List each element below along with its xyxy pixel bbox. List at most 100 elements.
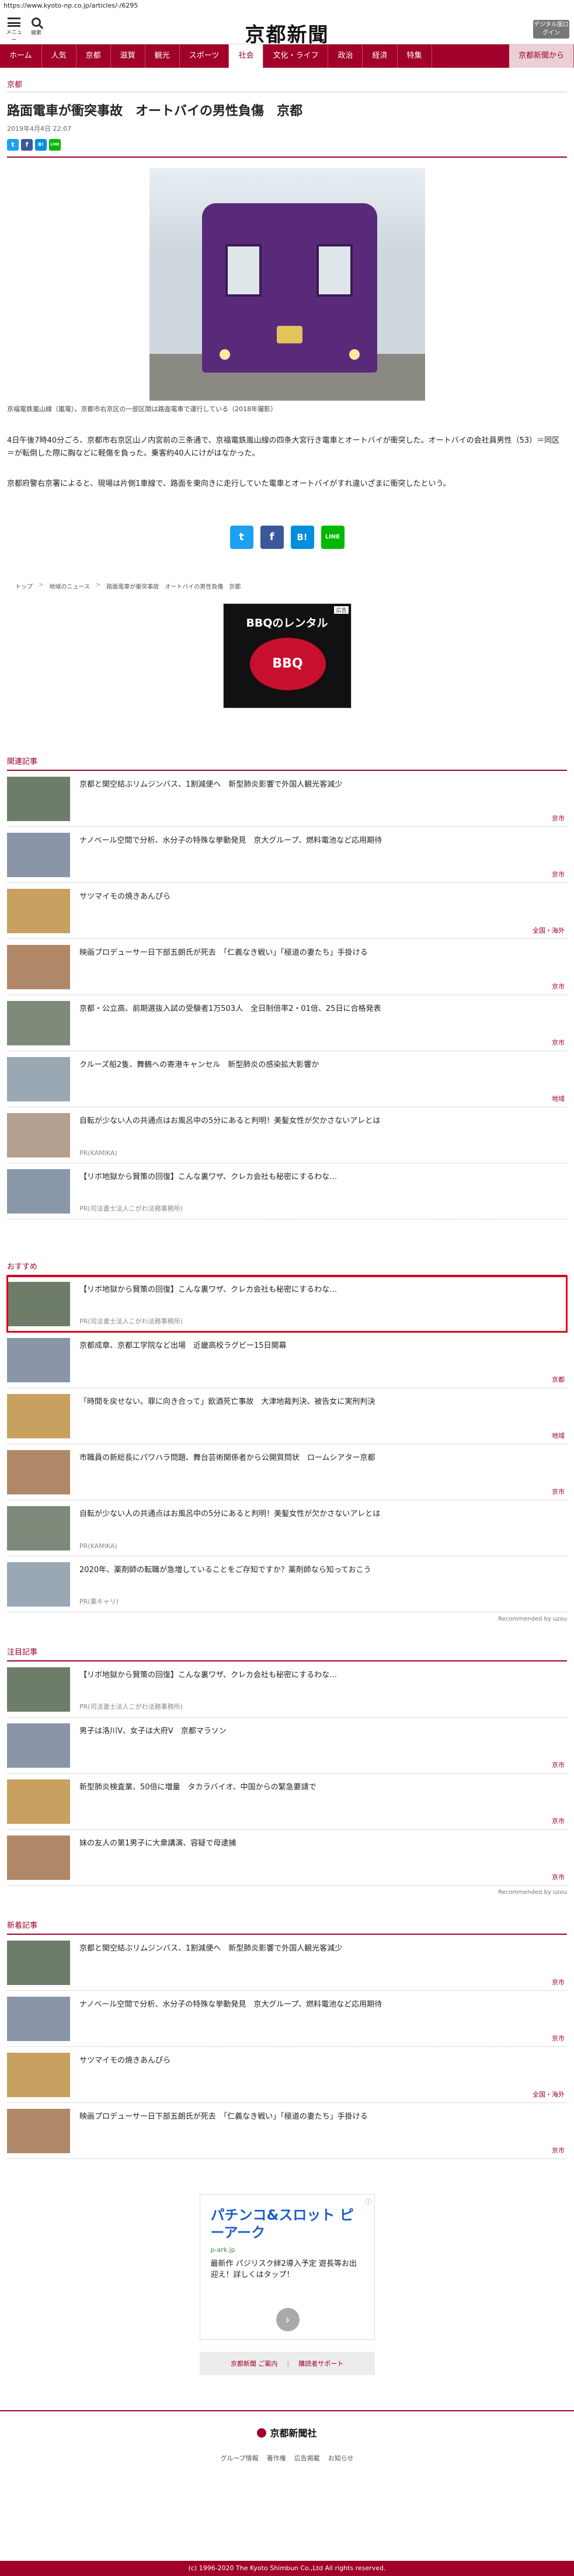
list-item-title[interactable]: 京都と関空結ぶリムジンバス、1割減便へ 新型肺炎影響で外国人観光客減少 [79, 778, 567, 826]
list-item-title[interactable]: 「時間を戻せない。罪に向き合って」飲酒死亡事故 大津地裁判決、被告女に実刑判決 [79, 1395, 567, 1444]
list-item-title[interactable]: 市職員の新総長にパワハラ問題、舞台芸術関係者から公開質問状 ロームシアター京都 [79, 1451, 567, 1500]
list-item-title[interactable]: 京都・公立高、前期選抜入試の受験者1万503人 全日制倍率2・01倍、25日に合… [79, 1002, 567, 1051]
list-item[interactable]: 自転が少ない人の共通点はお風呂中の5分にあると判明！美髪女性が欠かさないアレとは… [7, 1500, 567, 1556]
list-item[interactable]: 「時間を戻せない。罪に向き合って」飲酒死亡事故 大津地裁判決、被告女に実刑判決地… [7, 1388, 567, 1444]
ad-close-icon[interactable]: ⓘ [366, 2197, 372, 2206]
footer-link[interactable]: お知らせ [328, 2453, 354, 2463]
list-item[interactable]: 映画プロデューサー日下部五朗氏が死去 「仁義なき戦い」「極道の妻たち」手掛ける京… [7, 939, 567, 995]
nav-item[interactable]: 文化・ライフ [263, 44, 329, 68]
guide-link[interactable]: 京都新聞 ご案内 [231, 2359, 278, 2368]
list-item[interactable]: 自転が少ない人の共通点はお風呂中の5分にあると判明！美髪女性が欠かさないアレとは… [7, 1107, 567, 1163]
bbq-ad[interactable]: 広告 BBQのレンタル BBQ [222, 603, 352, 708]
list-item-title[interactable]: 2020年、薬剤師の転職が急増していることをご存知ですか？薬剤師なら知っておこう [79, 1563, 567, 1612]
nav-item[interactable]: ホーム [0, 44, 42, 68]
nav-item[interactable]: 京都 [76, 44, 111, 68]
list-item-title[interactable]: 妹の友人の第1男子に大衆講演、容疑で母逮捕 [79, 1837, 567, 1885]
nav-item[interactable]: スポーツ [180, 44, 229, 68]
list-item-title[interactable]: 映画プロデューサー日下部五朗氏が死去 「仁義なき戦い」「極道の妻たち」手掛ける [79, 2110, 567, 2158]
list-item[interactable]: 市職員の新総長にパワハラ問題、舞台芸術関係者から公開質問状 ロームシアター京都京… [7, 1444, 567, 1500]
list-item[interactable]: 男子は洛川V、女子は大府V 京都マラソン 京市 [7, 1718, 567, 1774]
recommended-by[interactable]: Recommended by uzou [7, 1616, 567, 1622]
list-item[interactable]: 2020年、薬剤師の転職が急増していることをご存知ですか？薬剤師なら知っておこう… [7, 1556, 567, 1612]
list-item[interactable]: 新型肺炎検査業、50倍に増量 タカラバイオ、中国からの緊急要請で 京市 [7, 1774, 567, 1830]
list-item[interactable]: 京都・公立高、前期選抜入試の受験者1万503人 全日制倍率2・01倍、25日に合… [7, 995, 567, 1051]
footer-link[interactable]: 広告掲載 [294, 2453, 320, 2463]
nav-item[interactable]: 特集 [398, 44, 432, 68]
chevron-right-icon[interactable]: › [276, 2308, 300, 2331]
article-section[interactable]: 京都 [7, 78, 567, 92]
list-item-category[interactable]: 京都 [552, 1375, 565, 1384]
nav-item[interactable]: 経済 [363, 44, 398, 68]
list-item[interactable]: 【リボ地獄から賢策の回復】こんな裏ワザ、クレカ会社も秘密にするわな… PR(司法書… [7, 1163, 567, 1219]
list-item[interactable]: クルーズ船2隻、舞鶴への寄港キャンセル 新型肺炎の感染拡大影響か 地域 [7, 1051, 567, 1107]
list-item-title[interactable]: 新型肺炎検査業、50倍に増量 タカラバイオ、中国からの緊急要請で [79, 1781, 567, 1829]
list-item-sponsor: PR(KAMIKA) [79, 1149, 117, 1157]
list-item-category[interactable]: 京市 [552, 1977, 565, 1987]
list-item[interactable]: 映画プロデューサー日下部五朗氏が死去 「仁義なき戦い」「極道の妻たち」手掛ける京… [7, 2103, 567, 2159]
support-link[interactable]: 購読者サポート [298, 2359, 343, 2368]
breadcrumb-item[interactable]: 地域のニュース [49, 582, 90, 590]
list-item-title[interactable]: サツマイモの焼きあんぴら [79, 890, 567, 938]
list-item-category[interactable]: 京市 [552, 1872, 565, 1882]
digital-login-button[interactable]: デジタル版ログイン [533, 20, 569, 39]
nav-item[interactable]: 滋賀 [111, 44, 145, 68]
list-item-title[interactable]: 京都と関空結ぶリムジンバス、1割減便へ 新型肺炎影響で外国人観光客減少 [79, 1942, 567, 1990]
list-item-title[interactable]: サツマイモの焼きあんぴら [79, 2054, 567, 2102]
recommended-by[interactable]: Recommended by uzou [7, 1889, 567, 1896]
list-item-title[interactable]: クルーズ船2隻、舞鶴への寄港キャンセル 新型肺炎の感染拡大影響か [79, 1058, 567, 1107]
site-logo[interactable]: 京都新聞 [0, 19, 574, 47]
list-item-category[interactable]: 全国・海外 [533, 926, 565, 935]
line-share-button[interactable]: LINE [321, 526, 345, 549]
breadcrumb-item[interactable]: トップ [15, 582, 33, 590]
nav-item[interactable]: 政治 [328, 44, 363, 68]
list-item-title[interactable]: 男子は洛川V、女子は大府V 京都マラソン [79, 1725, 567, 1773]
list-item-category[interactable]: 全国・海外 [533, 2090, 565, 2099]
list-item[interactable]: サツマイモの焼きあんぴら 全国・海外 [7, 883, 567, 939]
article-thumbnail [7, 1450, 70, 1494]
list-item[interactable]: 京都と関空結ぶリムジンバス、1割減便へ 新型肺炎影響で外国人観光客減少 京市 [7, 771, 567, 827]
list-item-category[interactable]: 京市 [552, 870, 565, 879]
list-item[interactable]: 京都と関空結ぶリムジンバス、1割減便へ 新型肺炎影響で外国人観光客減少 京市 [7, 1935, 567, 1991]
list-item-category[interactable]: 京市 [552, 2033, 565, 2043]
nav-item[interactable]: 観光 [145, 44, 180, 68]
list-item-category[interactable]: 京市 [552, 1038, 565, 1047]
facebook-share-button[interactable]: f [260, 526, 284, 549]
list-item[interactable]: ナノベール空間で分析、水分子の特殊な挙動発見 京大グループ、燃料電池など応用期待… [7, 1991, 567, 2047]
list-item-category[interactable]: 京市 [552, 814, 565, 823]
line-icon[interactable]: LINE [49, 139, 61, 151]
list-item-category[interactable]: 京市 [552, 2146, 565, 2155]
footer-link[interactable]: グループ情報 [220, 2453, 258, 2463]
list-item-title[interactable]: ナノベール空間で分析、水分子の特殊な挙動発見 京大グループ、燃料電池など応用期待 [79, 1998, 567, 2046]
list-item[interactable]: サツマイモの焼きあんぴら 全国・海外 [7, 2047, 567, 2103]
hatena-share-button[interactable]: B! [290, 526, 314, 549]
list-item[interactable]: 妹の友人の第1男子に大衆講演、容疑で母逮捕 京市 [7, 1830, 567, 1886]
list-item-category[interactable]: 京市 [552, 982, 565, 991]
list-item-title[interactable]: 京都成章、京都工学院など出場 近畿高校ラグビー15日開幕 [79, 1339, 567, 1388]
url-bar: https://www.kyoto-np.co.jp/articles/-/62… [4, 2, 138, 9]
list-item[interactable]: ナノベール空間で分析、水分子の特殊な挙動発見 京大グループ、燃料電池など応用期待… [7, 827, 567, 883]
article-thumbnail [7, 1835, 70, 1880]
facebook-icon[interactable]: f [21, 139, 33, 151]
list-item-category[interactable]: 地域 [552, 1094, 565, 1103]
pachinko-ad[interactable]: ⓘ パチンコ&スロット ピーアーク p-ark.jp 最新作 パジリスク絆2導入… [199, 2194, 375, 2340]
hatena-icon[interactable]: B! [35, 139, 47, 151]
nav-item[interactable]: 社会 [229, 44, 264, 68]
list-item-title[interactable]: ナノベール空間で分析、水分子の特殊な挙動発見 京大グループ、燃料電池など応用期待 [79, 834, 567, 882]
list-item-title[interactable]: 自転が少ない人の共通点はお風呂中の5分にあると判明！美髪女性が欠かさないアレとは [79, 1114, 567, 1163]
list-item[interactable]: 京都成章、京都工学院など出場 近畿高校ラグビー15日開幕 京都 [7, 1332, 567, 1388]
list-item-category[interactable]: 京市 [552, 1816, 565, 1826]
list-item-title[interactable]: 自転が少ない人の共通点はお風呂中の5分にあると判明！美髪女性が欠かさないアレとは [79, 1507, 567, 1556]
nav-item[interactable]: 人気 [42, 44, 76, 68]
list-item[interactable]: 【リボ地獄から賢策の回復】こんな裏ワザ、クレカ会社も秘密にするわな… PR(司法書… [6, 1275, 568, 1333]
footer-link[interactable]: 著作権 [267, 2453, 286, 2463]
list-item-category[interactable]: 京市 [552, 1760, 565, 1770]
twitter-share-button[interactable]: t [229, 526, 253, 549]
footer-logo[interactable]: 京都新聞社 [0, 2425, 574, 2439]
list-item-title[interactable]: 映画プロデューサー日下部五朗氏が死去 「仁義なき戦い」「極道の妻たち」手掛ける [79, 946, 567, 995]
nav-item-special[interactable]: 京都新聞から [509, 44, 574, 68]
list-item-category[interactable]: 地域 [552, 1431, 565, 1440]
list-item[interactable]: 【リボ地獄から賢策の回復】こんな裏ワザ、クレカ会社も秘密にするわな… PR(司法書… [7, 1661, 567, 1718]
list-item-category[interactable]: 京市 [552, 1487, 565, 1496]
twitter-icon[interactable]: t [7, 139, 19, 151]
article-photo[interactable] [149, 168, 425, 401]
